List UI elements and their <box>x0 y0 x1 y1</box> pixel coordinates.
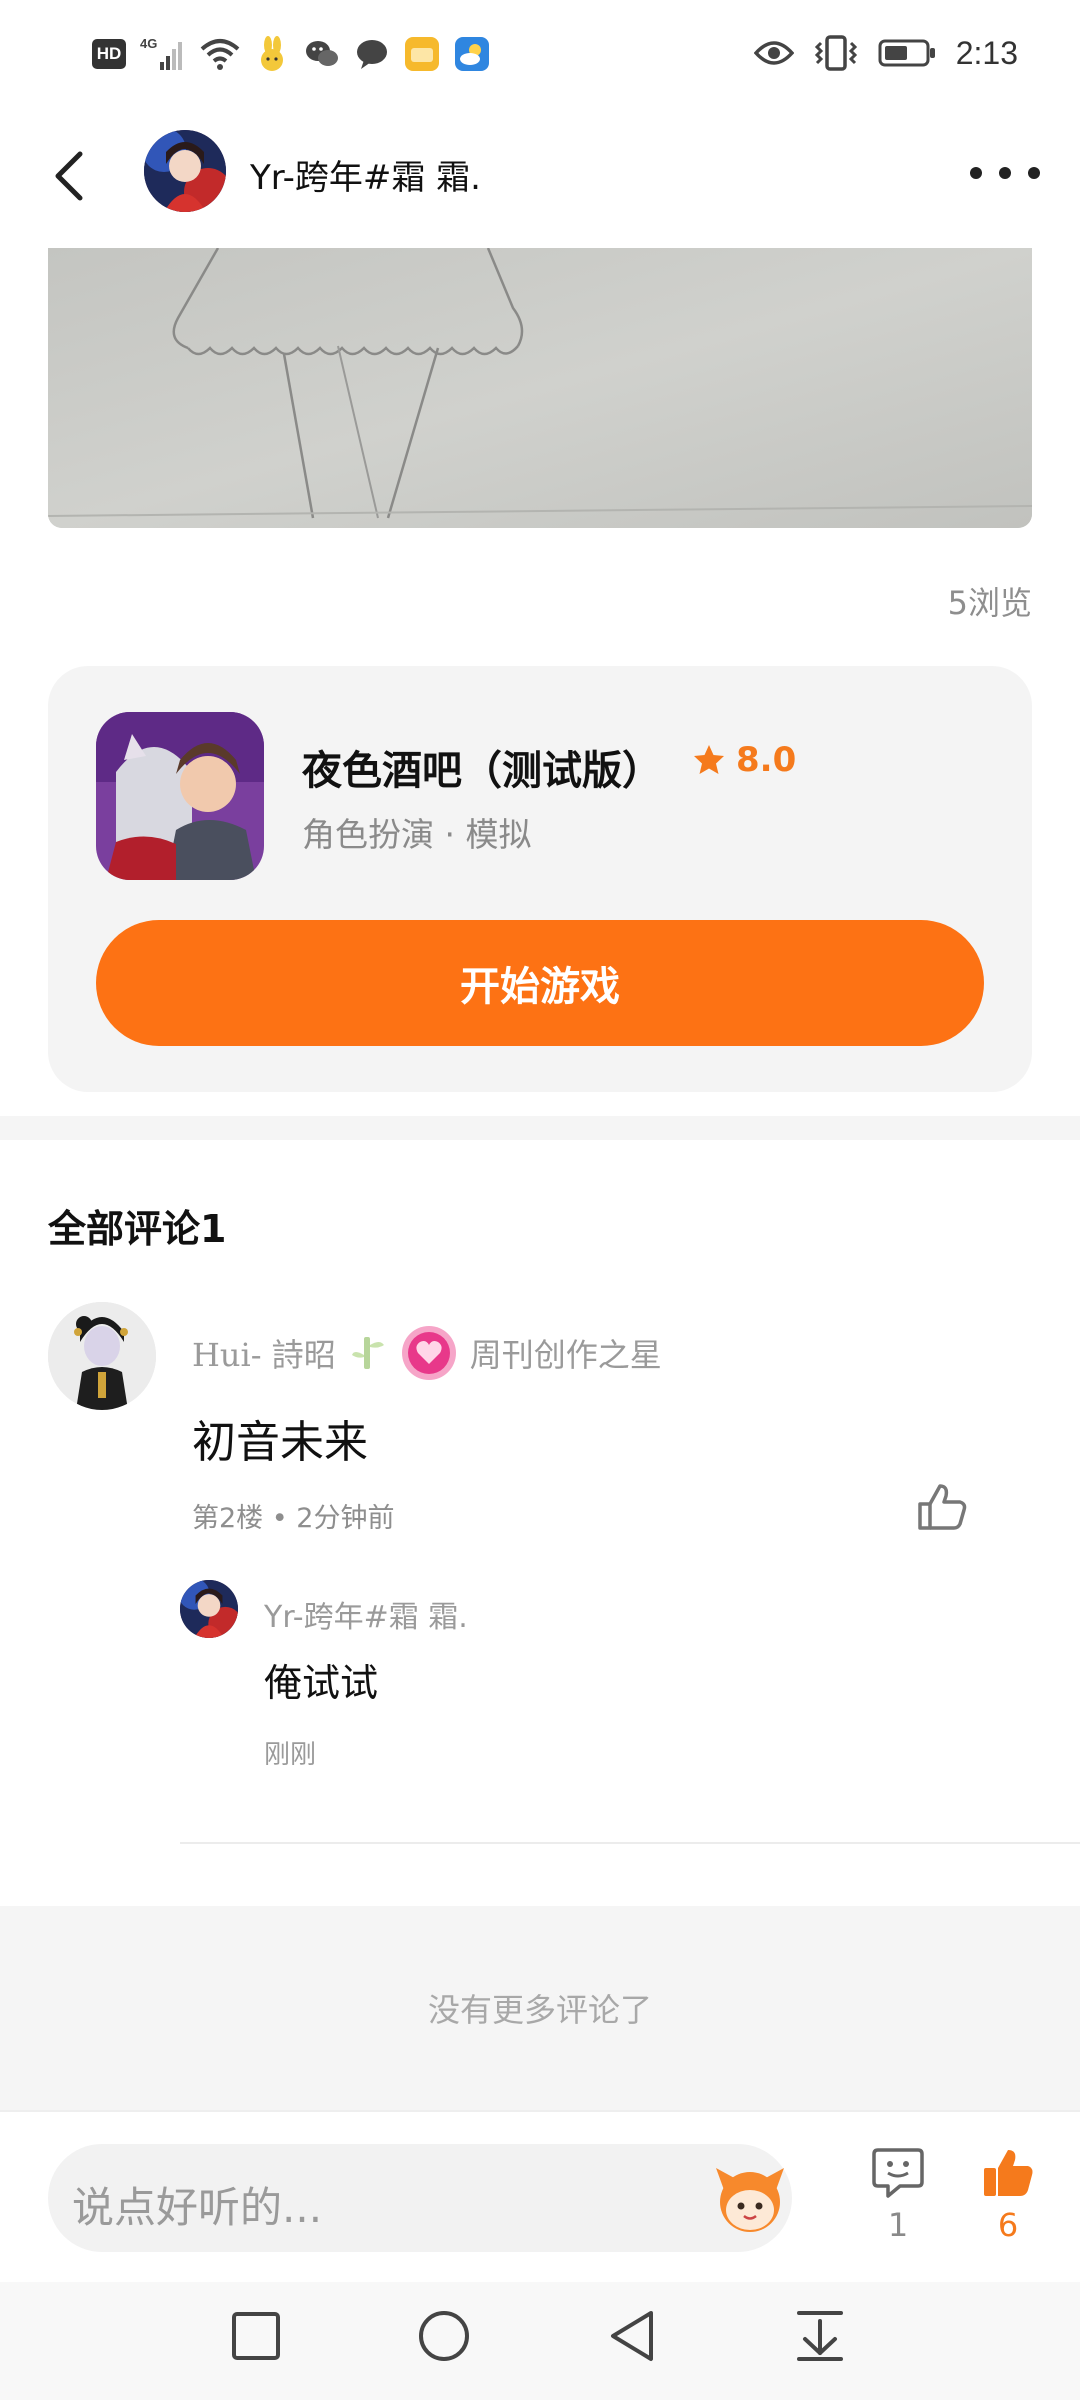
circle-icon <box>419 2311 469 2361</box>
thread-divider <box>180 1842 1080 1844</box>
status-bar: HD 4G 2:13 <box>0 0 1080 108</box>
commenter-name-row: Hui- 詩昭 周刊创作之星 <box>192 1324 662 1382</box>
game-genre: 角色扮演 · 模拟 <box>302 815 532 854</box>
view-count: 5浏览 <box>947 584 1032 622</box>
status-bar-right: 2:13 <box>753 30 1018 76</box>
chevron-left-icon <box>55 151 83 201</box>
thumbs-up-filled-icon <box>984 2150 1033 2196</box>
comment-like-button[interactable] <box>914 1480 970 1536</box>
commenter-name[interactable]: Hui- 詩昭 <box>192 1330 336 1376</box>
commenter-avatar-image <box>48 1302 156 1410</box>
more-dot-icon <box>1028 167 1040 179</box>
hd-indicator: HD <box>92 39 126 69</box>
reply-author-name[interactable]: Yr-跨年#霜 霜. <box>264 1592 468 1636</box>
comment-bubble-icon <box>872 2148 924 2198</box>
thumbs-up-outline-icon <box>918 1484 967 1530</box>
creator-star-badge-icon <box>401 1326 456 1380</box>
triangle-back-icon <box>611 2311 653 2361</box>
more-options-button[interactable] <box>970 158 1040 188</box>
game-card[interactable]: 夜色酒吧（测试版） 8.0 角色扮演 · 模拟 开始游戏 <box>48 666 1032 1092</box>
post-like-button[interactable]: 6 <box>968 2146 1048 2244</box>
comments-title: 全部评论1 <box>48 1207 227 1251</box>
comment-input-bar: 说点好听的... 1 6 <box>0 2110 1080 2282</box>
wifi-icon <box>200 39 240 70</box>
game-rating: 8.0 <box>692 740 796 780</box>
game-title[interactable]: 夜色酒吧（测试版） <box>302 738 662 796</box>
status-bar-left: HD 4G <box>92 32 490 76</box>
pull-down-icon <box>797 2311 843 2361</box>
comment-text: 初音未来 <box>192 1417 368 1468</box>
rabbit-app-icon <box>261 36 283 71</box>
battery-icon <box>878 39 935 67</box>
comment-input-placeholder: 说点好听的... <box>72 2183 323 2232</box>
comment-count: 1 <box>887 2206 909 2244</box>
weather-app-icon <box>455 37 489 71</box>
game-icon[interactable] <box>96 712 264 880</box>
post-image[interactable] <box>48 248 1032 528</box>
reply-text: 俺试试 <box>264 1661 379 1705</box>
reply-time: 刚刚 <box>264 1740 317 1770</box>
wechat-icon <box>306 41 338 66</box>
commenter-avatar[interactable] <box>48 1302 156 1410</box>
nav-notification-button[interactable] <box>790 2306 850 2366</box>
square-icon <box>232 2312 280 2360</box>
system-nav-bar <box>0 2282 1080 2400</box>
eye-icon <box>753 41 794 65</box>
no-more-comments: 没有更多评论了 <box>0 1906 1080 2110</box>
cellular-signal-icon: 4G <box>140 36 182 70</box>
post-header: Yr-跨年#霜 霜. <box>0 108 1080 248</box>
author-name[interactable]: Yr-跨年#霜 霜. <box>250 150 481 199</box>
pencil-sketch-image <box>48 248 1032 528</box>
comment-input[interactable]: 说点好听的... <box>48 2144 792 2252</box>
like-count: 6 <box>997 2206 1019 2244</box>
reply-avatar[interactable] <box>180 1580 238 1638</box>
network-type-label: 4G <box>140 36 157 51</box>
author-avatar-image <box>144 130 226 212</box>
nav-home-button[interactable] <box>414 2306 474 2366</box>
back-button[interactable] <box>40 146 100 206</box>
status-time: 2:13 <box>955 34 1018 71</box>
vibrate-icon <box>814 35 857 71</box>
more-dot-icon <box>970 167 982 179</box>
start-game-button[interactable]: 开始游戏 <box>96 920 984 1046</box>
more-dot-icon <box>999 167 1011 179</box>
reply-avatar-image <box>180 1580 238 1638</box>
rating-value: 8.0 <box>736 740 797 780</box>
mascot-emoji-icon[interactable] <box>710 2160 790 2236</box>
bamboo-icon <box>351 1337 384 1369</box>
section-divider <box>0 1116 1080 1140</box>
comment-meta: 第2楼 • 2分钟前 <box>192 1503 395 1534</box>
game-cover-image <box>96 712 264 880</box>
nav-back-button[interactable] <box>602 2306 662 2366</box>
comment-count-button[interactable]: 1 <box>858 2146 938 2244</box>
notes-app-icon <box>405 37 439 71</box>
author-avatar[interactable] <box>144 130 226 212</box>
creator-badge-label: 周刊创作之星 <box>469 1336 662 1374</box>
nav-recents-button[interactable] <box>226 2306 286 2366</box>
star-icon <box>694 745 724 774</box>
message-bubble-icon <box>357 40 387 69</box>
